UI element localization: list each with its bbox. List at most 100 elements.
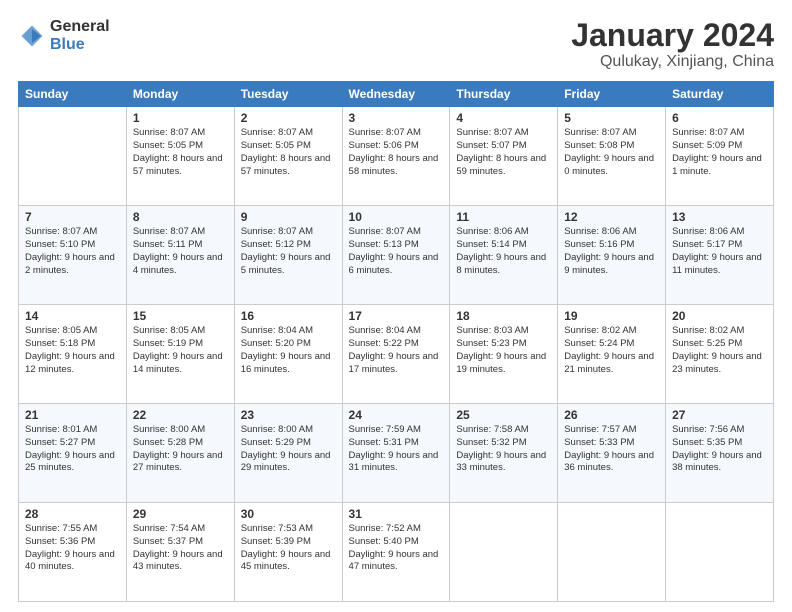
- calendar-cell: [558, 503, 666, 602]
- calendar-cell: 11 Sunrise: 8:06 AMSunset: 5:14 PMDayligh…: [450, 206, 558, 305]
- weekday-header-sunday: Sunday: [19, 82, 127, 107]
- calendar-cell: 9 Sunrise: 8:07 AMSunset: 5:12 PMDaylight…: [234, 206, 342, 305]
- day-number: 22: [133, 408, 228, 422]
- day-detail: Sunrise: 8:07 AMSunset: 5:05 PMDaylight:…: [241, 127, 336, 178]
- day-detail: Sunrise: 8:02 AMSunset: 5:24 PMDaylight:…: [564, 325, 659, 376]
- calendar-cell: 27 Sunrise: 7:56 AMSunset: 5:35 PMDayligh…: [666, 404, 774, 503]
- calendar-cell: 16 Sunrise: 8:04 AMSunset: 5:20 PMDayligh…: [234, 305, 342, 404]
- day-number: 23: [241, 408, 336, 422]
- day-detail: Sunrise: 8:04 AMSunset: 5:20 PMDaylight:…: [241, 325, 336, 376]
- calendar-cell: 5Sunrise: 8:07 AMSunset: 5:08 PMDaylight…: [558, 107, 666, 206]
- calendar-cell: 2 Sunrise: 8:07 AMSunset: 5:05 PMDaylight…: [234, 107, 342, 206]
- day-number: 24: [349, 408, 444, 422]
- calendar-cell: 6 Sunrise: 8:07 AMSunset: 5:09 PMDaylight…: [666, 107, 774, 206]
- calendar-cell: 30Sunrise: 7:53 AMSunset: 5:39 PMDayligh…: [234, 503, 342, 602]
- calendar-cell: 14 Sunrise: 8:05 AMSunset: 5:18 PMDayligh…: [19, 305, 127, 404]
- calendar-cell: 15Sunrise: 8:05 AMSunset: 5:19 PMDayligh…: [126, 305, 234, 404]
- day-number: 14: [25, 309, 120, 323]
- calendar-cell: 7 Sunrise: 8:07 AMSunset: 5:10 PMDaylight…: [19, 206, 127, 305]
- title-block: January 2024 Qulukay, Xinjiang, China: [571, 18, 774, 71]
- calendar-body: 1 Sunrise: 8:07 AMSunset: 5:05 PMDaylight…: [19, 107, 774, 602]
- day-number: 1: [133, 111, 228, 125]
- calendar-cell: 3 Sunrise: 8:07 AMSunset: 5:06 PMDaylight…: [342, 107, 450, 206]
- day-detail: Sunrise: 8:07 AMSunset: 5:06 PMDaylight:…: [349, 127, 444, 178]
- calendar-cell: 13Sunrise: 8:06 AMSunset: 5:17 PMDayligh…: [666, 206, 774, 305]
- calendar-cell: 21 Sunrise: 8:01 AMSunset: 5:27 PMDayligh…: [19, 404, 127, 503]
- calendar-cell: 25Sunrise: 7:58 AMSunset: 5:32 PMDayligh…: [450, 404, 558, 503]
- day-number: 9: [241, 210, 336, 224]
- day-detail: Sunrise: 8:07 AMSunset: 5:13 PMDaylight:…: [349, 226, 444, 277]
- logo-icon: [18, 22, 46, 50]
- day-number: 19: [564, 309, 659, 323]
- day-detail: Sunrise: 8:06 AMSunset: 5:17 PMDaylight:…: [672, 226, 767, 277]
- day-number: 29: [133, 507, 228, 521]
- day-number: 20: [672, 309, 767, 323]
- day-number: 11: [456, 210, 551, 224]
- day-detail: Sunrise: 8:01 AMSunset: 5:27 PMDaylight:…: [25, 424, 120, 475]
- day-detail: Sunrise: 7:56 AMSunset: 5:35 PMDaylight:…: [672, 424, 767, 475]
- calendar-week-1: 1 Sunrise: 8:07 AMSunset: 5:05 PMDaylight…: [19, 107, 774, 206]
- weekday-header-thursday: Thursday: [450, 82, 558, 107]
- calendar-week-4: 21 Sunrise: 8:01 AMSunset: 5:27 PMDayligh…: [19, 404, 774, 503]
- day-number: 26: [564, 408, 659, 422]
- day-detail: Sunrise: 7:54 AMSunset: 5:37 PMDaylight:…: [133, 523, 228, 574]
- day-number: 2: [241, 111, 336, 125]
- page: General Blue January 2024 Qulukay, Xinji…: [0, 0, 792, 612]
- day-number: 4: [456, 111, 551, 125]
- day-number: 17: [349, 309, 444, 323]
- header-row: SundayMondayTuesdayWednesdayThursdayFrid…: [19, 82, 774, 107]
- day-number: 27: [672, 408, 767, 422]
- calendar-cell: 26Sunrise: 7:57 AMSunset: 5:33 PMDayligh…: [558, 404, 666, 503]
- day-number: 10: [349, 210, 444, 224]
- calendar-cell: [450, 503, 558, 602]
- calendar-cell: 24 Sunrise: 7:59 AMSunset: 5:31 PMDayligh…: [342, 404, 450, 503]
- day-number: 3: [349, 111, 444, 125]
- day-detail: Sunrise: 8:00 AMSunset: 5:29 PMDaylight:…: [241, 424, 336, 475]
- calendar-cell: 19 Sunrise: 8:02 AMSunset: 5:24 PMDayligh…: [558, 305, 666, 404]
- weekday-header-monday: Monday: [126, 82, 234, 107]
- logo-text: General Blue: [50, 18, 110, 53]
- day-number: 16: [241, 309, 336, 323]
- day-number: 21: [25, 408, 120, 422]
- calendar-cell: 12 Sunrise: 8:06 AMSunset: 5:16 PMDayligh…: [558, 206, 666, 305]
- day-detail: Sunrise: 7:53 AMSunset: 5:39 PMDaylight:…: [241, 523, 336, 574]
- day-detail: Sunrise: 8:06 AMSunset: 5:14 PMDaylight:…: [456, 226, 551, 277]
- day-detail: Sunrise: 8:07 AMSunset: 5:10 PMDaylight:…: [25, 226, 120, 277]
- calendar-cell: [666, 503, 774, 602]
- day-number: 6: [672, 111, 767, 125]
- day-number: 7: [25, 210, 120, 224]
- weekday-header-saturday: Saturday: [666, 82, 774, 107]
- calendar-cell: 18 Sunrise: 8:03 AMSunset: 5:23 PMDayligh…: [450, 305, 558, 404]
- weekday-header-tuesday: Tuesday: [234, 82, 342, 107]
- day-detail: Sunrise: 7:55 AMSunset: 5:36 PMDaylight:…: [25, 523, 120, 574]
- day-detail: Sunrise: 8:05 AMSunset: 5:19 PMDaylight:…: [133, 325, 228, 376]
- calendar-cell: 29 Sunrise: 7:54 AMSunset: 5:37 PMDayligh…: [126, 503, 234, 602]
- day-detail: Sunrise: 8:04 AMSunset: 5:22 PMDaylight:…: [349, 325, 444, 376]
- calendar-cell: [19, 107, 127, 206]
- calendar-cell: 31Sunrise: 7:52 AMSunset: 5:40 PMDayligh…: [342, 503, 450, 602]
- day-number: 31: [349, 507, 444, 521]
- day-detail: Sunrise: 8:03 AMSunset: 5:23 PMDaylight:…: [456, 325, 551, 376]
- calendar-cell: 28Sunrise: 7:55 AMSunset: 5:36 PMDayligh…: [19, 503, 127, 602]
- day-detail: Sunrise: 8:07 AMSunset: 5:05 PMDaylight:…: [133, 127, 228, 178]
- header: General Blue January 2024 Qulukay, Xinji…: [18, 18, 774, 71]
- day-detail: Sunrise: 8:07 AMSunset: 5:12 PMDaylight:…: [241, 226, 336, 277]
- day-number: 18: [456, 309, 551, 323]
- month-title: January 2024: [571, 18, 774, 53]
- weekday-header-friday: Friday: [558, 82, 666, 107]
- day-number: 12: [564, 210, 659, 224]
- day-detail: Sunrise: 7:59 AMSunset: 5:31 PMDaylight:…: [349, 424, 444, 475]
- day-detail: Sunrise: 8:06 AMSunset: 5:16 PMDaylight:…: [564, 226, 659, 277]
- day-detail: Sunrise: 8:07 AMSunset: 5:09 PMDaylight:…: [672, 127, 767, 178]
- calendar-cell: 17 Sunrise: 8:04 AMSunset: 5:22 PMDayligh…: [342, 305, 450, 404]
- day-detail: Sunrise: 8:07 AMSunset: 5:11 PMDaylight:…: [133, 226, 228, 277]
- weekday-header-wednesday: Wednesday: [342, 82, 450, 107]
- day-number: 25: [456, 408, 551, 422]
- calendar-cell: 4 Sunrise: 8:07 AMSunset: 5:07 PMDaylight…: [450, 107, 558, 206]
- day-detail: Sunrise: 8:05 AMSunset: 5:18 PMDaylight:…: [25, 325, 120, 376]
- calendar-cell: 1 Sunrise: 8:07 AMSunset: 5:05 PMDaylight…: [126, 107, 234, 206]
- calendar-cell: 22Sunrise: 8:00 AMSunset: 5:28 PMDayligh…: [126, 404, 234, 503]
- day-detail: Sunrise: 8:07 AMSunset: 5:08 PMDaylight:…: [564, 127, 659, 178]
- calendar-cell: 10 Sunrise: 8:07 AMSunset: 5:13 PMDayligh…: [342, 206, 450, 305]
- day-detail: Sunrise: 8:07 AMSunset: 5:07 PMDaylight:…: [456, 127, 551, 178]
